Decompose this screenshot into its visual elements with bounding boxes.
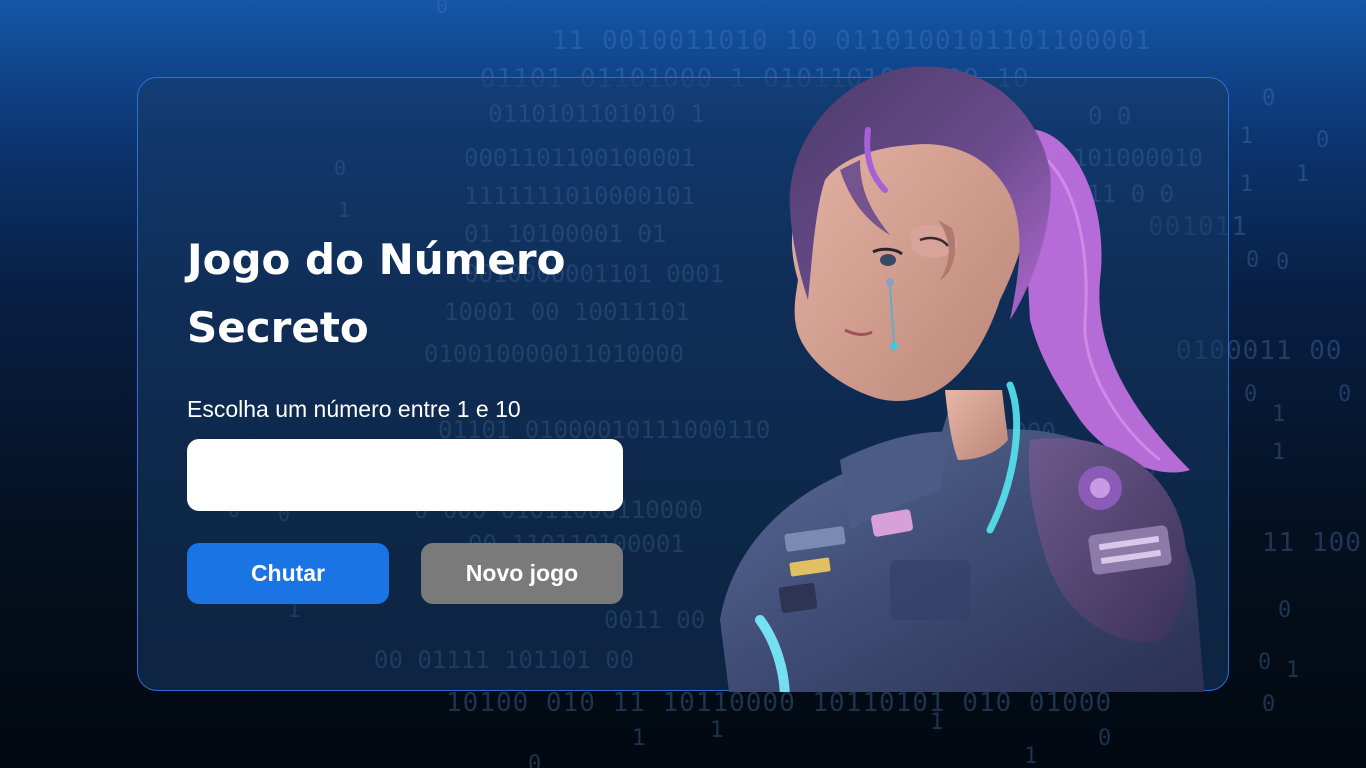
- new-game-button[interactable]: Novo jogo: [421, 543, 623, 604]
- instruction-text: Escolha um número entre 1 e 10: [187, 396, 521, 422]
- guess-number-input[interactable]: [187, 439, 623, 511]
- title-line-1: Jogo do Número: [187, 235, 566, 284]
- game-panel: Jogo do Número Secreto Escolha um número…: [187, 226, 623, 604]
- cyberpunk-woman-illustration: [720, 66, 1205, 692]
- button-group: Chutar Novo jogo: [187, 543, 623, 604]
- title-line-2: Secreto: [187, 303, 369, 352]
- page-title: Jogo do Número Secreto: [187, 226, 623, 362]
- guess-button[interactable]: Chutar: [187, 543, 389, 604]
